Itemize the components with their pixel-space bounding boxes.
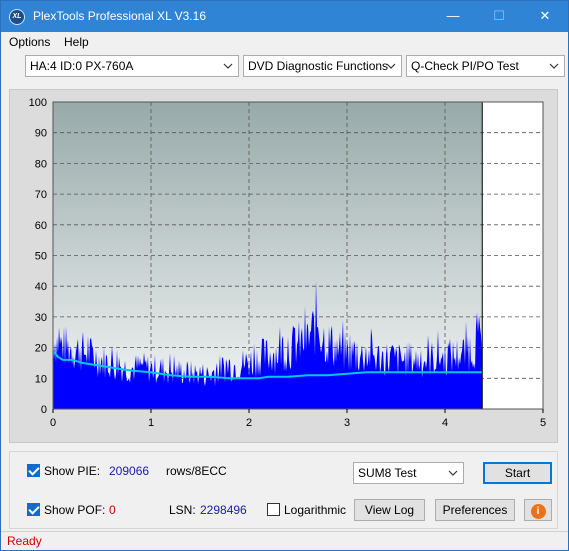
drive-select[interactable]: HA:4 ID:0 PX-760A xyxy=(25,55,239,77)
y-tick-label: 70 xyxy=(35,189,47,201)
y-tick-label: 20 xyxy=(35,343,47,355)
y-tick-label: 10 xyxy=(35,373,47,385)
y-tick-label: 80 xyxy=(35,158,47,170)
lsn-value: 2298496 xyxy=(200,503,247,517)
window-title: PlexTools Professional XL V3.16 xyxy=(33,9,206,23)
y-tick-label: 30 xyxy=(35,312,47,324)
y-tick-label: 0 xyxy=(41,404,47,416)
preferences-button[interactable]: Preferences xyxy=(435,499,515,521)
y-tick-label: 90 xyxy=(35,128,47,140)
status-text: Ready xyxy=(7,534,42,548)
show-pie-label: Show PIE: xyxy=(44,464,101,478)
plot-unscanned-area xyxy=(482,102,543,409)
title-bar: XL PlexTools Professional XL V3.16 — ☐ ✕ xyxy=(1,1,568,32)
menu-options[interactable]: Options xyxy=(9,35,50,49)
logarithmic-checkbox[interactable] xyxy=(267,503,280,516)
view-log-button[interactable]: View Log xyxy=(354,499,425,521)
menu-bar: Options Help xyxy=(1,32,568,52)
function-select[interactable]: DVD Diagnostic Functions xyxy=(243,55,402,77)
x-tick-label: 5 xyxy=(540,417,546,429)
pie-value: 209066 xyxy=(109,464,150,478)
app-window: XL PlexTools Professional XL V3.16 — ☐ ✕… xyxy=(0,0,569,551)
chevron-down-icon xyxy=(448,470,458,476)
show-pof-label: Show POF: xyxy=(44,503,106,517)
start-button[interactable]: Start xyxy=(483,462,552,484)
x-tick-label: 3 xyxy=(344,417,350,429)
chevron-down-icon xyxy=(386,63,396,69)
info-icon: i xyxy=(530,504,546,519)
function-select-value: DVD Diagnostic Functions xyxy=(248,59,389,73)
y-tick-label: 50 xyxy=(35,251,47,263)
x-tick-label: 1 xyxy=(148,417,154,429)
pof-value: 0 xyxy=(109,503,116,517)
chart-panel: 0 10 20 30 40 50 60 70 80 90 100 0 1 2 3 4 5 xyxy=(9,89,558,443)
sum8-select-value: SUM8 Test xyxy=(358,466,417,480)
pi-po-chart: 0 10 20 30 40 50 60 70 80 90 100 0 1 2 3 4 5 xyxy=(29,97,546,429)
y-tick-label: 100 xyxy=(29,97,47,109)
status-bar: Ready xyxy=(1,531,568,550)
minimize-button[interactable]: — xyxy=(430,1,476,32)
show-pie-checkbox[interactable] xyxy=(27,464,40,477)
lsn-label: LSN: xyxy=(169,503,196,517)
chevron-down-icon xyxy=(223,63,233,69)
show-pof-checkbox[interactable] xyxy=(27,503,40,516)
drive-select-value: HA:4 ID:0 PX-760A xyxy=(30,59,134,73)
maximize-button[interactable]: ☐ xyxy=(476,1,522,32)
y-tick-label: 40 xyxy=(35,281,47,293)
x-tick-label: 2 xyxy=(246,417,252,429)
info-button[interactable]: i xyxy=(524,499,552,521)
sum8-select[interactable]: SUM8 Test xyxy=(353,462,464,484)
y-tick-label: 60 xyxy=(35,220,47,232)
x-tick-label: 0 xyxy=(50,417,56,429)
chevron-down-icon xyxy=(549,63,559,69)
test-select[interactable]: Q-Check PI/PO Test xyxy=(406,55,565,77)
pie-unit: rows/8ECC xyxy=(166,464,227,478)
close-button[interactable]: ✕ xyxy=(522,1,568,32)
x-tick-label: 4 xyxy=(442,417,448,429)
test-select-value: Q-Check PI/PO Test xyxy=(411,59,519,73)
menu-help[interactable]: Help xyxy=(64,35,89,49)
logarithmic-label: Logarithmic xyxy=(284,503,347,517)
toolbar: HA:4 ID:0 PX-760A DVD Diagnostic Functio… xyxy=(1,52,568,82)
app-logo-icon: XL xyxy=(9,9,25,25)
controls-panel: Show PIE: 209066 rows/8ECC SUM8 Test Sta… xyxy=(9,451,558,529)
